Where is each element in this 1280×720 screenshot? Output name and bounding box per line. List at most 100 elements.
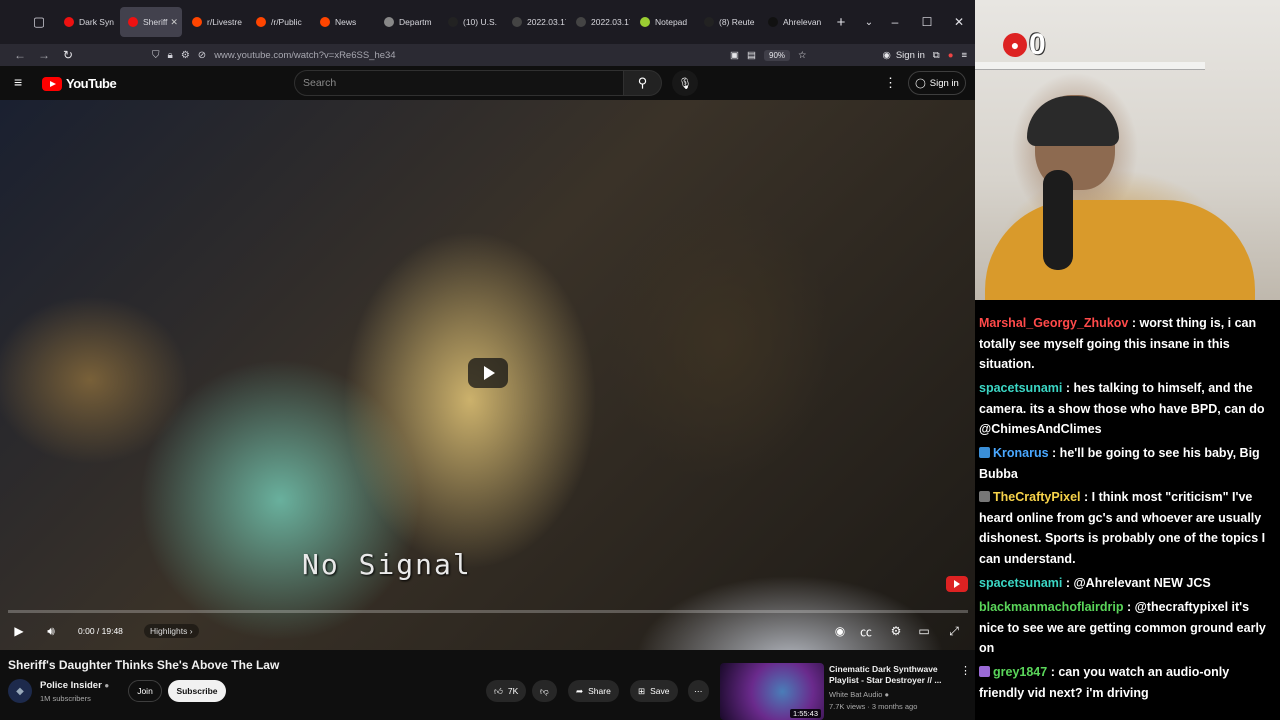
new-tab-icon[interactable]: + [830, 11, 852, 33]
progress-bar[interactable] [8, 610, 968, 613]
browser-tab[interactable]: 2022.03.17-1 [504, 7, 566, 37]
tab-favicon-icon [640, 17, 650, 27]
settings-gear-icon[interactable]: ⚙︎ [888, 622, 904, 640]
browser-tab[interactable]: Ahrelevan [760, 7, 822, 37]
video-player[interactable]: No Signal ▶ 🔊︎ 0:00 / 19:48 Highlights ›… [0, 100, 975, 650]
browser-tab[interactable]: r/Livestre [184, 7, 246, 37]
channel-avatar[interactable]: ◆ [8, 679, 32, 703]
shield-icon[interactable]: ⛉ [152, 50, 160, 61]
tab-favicon-icon [704, 17, 714, 27]
close-window-icon[interactable]: ✕ [943, 15, 975, 29]
minimize-icon[interactable]: – [879, 15, 911, 29]
url-text[interactable]: www.youtube.com/watch?v=xRe6SS_he34 [214, 50, 395, 61]
browser-tab[interactable]: Departm [376, 7, 438, 37]
youtube-signin-button[interactable]: ◯ Sign in [908, 71, 966, 95]
subtitles-icon[interactable]: ㏄ [858, 622, 874, 640]
chat-username[interactable]: grey1847 [993, 665, 1047, 679]
recommended-channel[interactable]: White Bat Audio ● [829, 690, 889, 699]
more-actions-button[interactable]: ⋯ [688, 680, 709, 702]
zoom-level[interactable]: 90% [764, 49, 791, 61]
chat-username[interactable]: spacetsunami [979, 381, 1062, 395]
bookmark-star-icon[interactable]: ☆ [798, 50, 807, 61]
autoplay-toggle-icon[interactable]: ◉ [832, 622, 848, 640]
tab-favicon-icon [256, 17, 266, 27]
center-play-button[interactable] [468, 358, 508, 388]
chat-username[interactable]: spacetsunami [979, 576, 1062, 590]
chapter-button[interactable]: Highlights › [144, 624, 199, 638]
user-icon: ◯ [915, 77, 926, 89]
url-bar-actions: ▣ ▤ 90% ☆ ◉ Sign in ⧉ ● ≡ [730, 46, 967, 64]
subscribe-button[interactable]: Subscribe [168, 680, 226, 702]
fullscreen-icon[interactable]: ⤢ [946, 622, 962, 640]
back-icon[interactable]: ← [8, 45, 32, 65]
reload-icon[interactable]: ↻ [56, 45, 80, 65]
close-tab-icon[interactable]: ✕ [167, 17, 178, 28]
camera-off-icon[interactable]: ⊘ [198, 50, 206, 61]
firefox-account-signin[interactable]: ◉ Sign in [883, 50, 925, 61]
browser-tab[interactable]: /r/Public [248, 7, 310, 37]
youtube-logo[interactable]: YouTube [42, 76, 117, 91]
chat-username[interactable]: blackmanmachoflairdrip [979, 600, 1124, 614]
join-button[interactable]: Join [128, 680, 162, 702]
share-label: Share [588, 686, 611, 696]
chat-username[interactable]: Kronarus [993, 446, 1049, 460]
extensions-icon[interactable]: ⧉ [933, 50, 940, 61]
streamer-webcam: ● 0 [975, 0, 1280, 300]
picture-in-picture-icon[interactable]: ▣ [730, 50, 739, 61]
tab-label: 2022.03.17-1 [527, 17, 566, 27]
background-shelf [975, 62, 1205, 70]
browser-tab[interactable]: News [312, 7, 374, 37]
tab-label: Notepad [655, 17, 688, 27]
chat-message: spacetsunami : @Ahrelevant NEW JCS [979, 573, 1277, 594]
player-controls: ▶ 🔊︎ 0:00 / 19:48 Highlights › ◉ ㏄ ⚙︎ ▭ … [0, 618, 975, 644]
tab-label: r/Livestre [207, 17, 242, 27]
chat-message: Kronarus : he'll be going to see his bab… [979, 443, 1277, 484]
maximize-icon[interactable]: ☐ [911, 15, 943, 29]
channel-name[interactable]: Police Insider ● [40, 680, 109, 691]
settings-more-icon[interactable]: ⋮ [884, 75, 897, 91]
lock-icon[interactable]: 🔒︎ [168, 50, 173, 61]
permissions-icon[interactable]: ⚙︎ [181, 50, 190, 61]
browser-tab[interactable]: (8) Reute [696, 7, 758, 37]
guide-menu-icon[interactable]: ≡ [14, 75, 28, 89]
search-input[interactable]: Search [294, 70, 624, 96]
current-time: 0:00 [78, 626, 95, 636]
voice-search-button[interactable]: 🎙︎ [672, 70, 698, 96]
play-icon[interactable]: ▶ [10, 622, 28, 640]
volume-icon[interactable]: 🔊︎ [40, 622, 62, 640]
tab-overview-icon[interactable]: ▢ [28, 11, 50, 33]
reader-view-icon[interactable]: ▤ [747, 50, 756, 61]
browser-tab[interactable]: 2022.03.17-1 [568, 7, 630, 37]
share-button[interactable]: ➦ Share [568, 680, 619, 702]
counter-value: 0 [1029, 28, 1046, 61]
verified-icon: ● [884, 690, 889, 699]
browser-tab[interactable]: Sheriff ✕ [120, 7, 182, 37]
browser-tab[interactable]: Notepad [632, 7, 694, 37]
chat-username[interactable]: Marshal_Georgy_Zhukov [979, 316, 1128, 330]
like-button[interactable]: 👍︎ 7K [486, 680, 527, 702]
search-button[interactable]: ⚲ [624, 70, 662, 96]
recommended-more-icon[interactable]: ⋮ [960, 664, 971, 677]
forward-icon[interactable]: → [32, 45, 56, 65]
menu-icon[interactable]: ≡ [961, 50, 967, 61]
miniplayer-icon[interactable]: ▭ [916, 622, 932, 640]
list-all-tabs-icon[interactable]: ⌄ [858, 11, 880, 33]
save-button[interactable]: ⊞ Save [630, 680, 678, 702]
like-count: 7K [507, 686, 519, 696]
recommended-thumbnail[interactable]: 1:55:43 [720, 663, 824, 720]
url-bar[interactable]: ⛉ 🔒︎ ⚙︎ ⊘ www.youtube.com/watch?v=xRe6SS… [152, 46, 772, 64]
recommended-title[interactable]: Cinematic Dark Synthwave Playlist - Star… [829, 664, 959, 686]
tab-label: Departm [399, 17, 432, 27]
dislike-button[interactable]: 👎︎ [532, 680, 557, 702]
channel-watermark-icon[interactable] [946, 576, 968, 592]
chat-username[interactable]: TheCraftyPixel [993, 490, 1081, 504]
youtube-signin-label: Sign in [929, 77, 959, 89]
chat-badge-icon [979, 666, 990, 677]
tab-label: Sheriff [143, 17, 168, 27]
microphone [1043, 170, 1073, 270]
tab-label: (8) Reute [719, 17, 755, 27]
browser-tab[interactable]: Dark Syn [56, 7, 118, 37]
browser-tab[interactable]: (10) U.S. [440, 7, 502, 37]
extension-badge-icon[interactable]: ● [948, 50, 954, 61]
thumbs-down-icon: 👎︎ [540, 685, 549, 696]
